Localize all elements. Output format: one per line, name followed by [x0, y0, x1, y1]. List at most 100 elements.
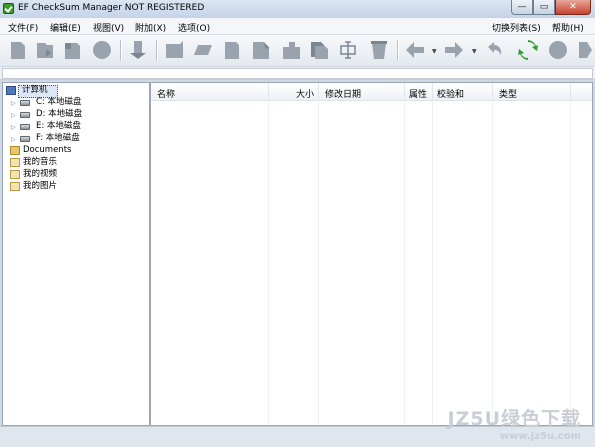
expand-arrow-icon[interactable]: ▷: [11, 136, 16, 143]
tree-item-label: Documents: [23, 145, 72, 155]
exit-icon: [579, 42, 592, 58]
drive-icon: [20, 124, 30, 130]
minimize-button[interactable]: —: [511, 0, 533, 15]
rename-button[interactable]: [338, 39, 358, 61]
close-button[interactable]: ✕: [555, 0, 591, 15]
minimize-icon: —: [517, 2, 527, 12]
column-header-checksum[interactable]: 校验和: [433, 83, 493, 100]
forward-arrow-icon: [445, 42, 463, 58]
tree-item-drive-f[interactable]: ▷ F: 本地磁盘: [11, 133, 146, 145]
column-label: 属性: [409, 90, 428, 100]
column-header-size[interactable]: 大小: [269, 83, 319, 100]
file-list[interactable]: 名称 大小 修改日期 属性 校验和 类型: [150, 82, 593, 426]
tree-item-label: 我的视频: [23, 169, 58, 179]
expand-arrow-icon[interactable]: ▷: [11, 124, 16, 131]
toolbar: ▼ ▼: [0, 35, 595, 67]
back-button[interactable]: [405, 39, 429, 61]
refresh-icon: [518, 40, 538, 60]
open-button[interactable]: [35, 39, 55, 61]
forward-dropdown-icon[interactable]: ▼: [472, 48, 477, 55]
copy-button[interactable]: [309, 39, 329, 61]
menu-options[interactable]: 选项(O): [178, 21, 210, 34]
undo-icon: [488, 42, 502, 55]
menu-switch-list[interactable]: 切换列表(S): [492, 21, 541, 34]
undo-button[interactable]: [484, 39, 504, 61]
delete-button[interactable]: [369, 39, 389, 61]
drive-icon: [20, 100, 30, 106]
tree-item-music[interactable]: 我的音乐: [10, 157, 145, 169]
list-header: 名称 大小 修改日期 属性 校验和 类型: [151, 83, 592, 101]
circle-button[interactable]: [92, 39, 112, 61]
open-icon: [37, 43, 53, 58]
menu-view[interactable]: 视图(V): [93, 21, 124, 34]
copy-icon: [311, 42, 328, 59]
picture-folder-icon: [10, 182, 20, 191]
expand-arrow-icon[interactable]: ▷: [11, 100, 16, 107]
path-field[interactable]: [2, 68, 593, 79]
tree-item-documents[interactable]: Documents: [10, 145, 145, 157]
column-divider: [492, 100, 493, 425]
column-divider: [318, 100, 319, 425]
circle-icon: [93, 41, 111, 59]
column-header-name[interactable]: 名称: [151, 83, 269, 100]
create-button[interactable]: [164, 39, 184, 61]
new-checksum-icon: [11, 42, 25, 59]
maximize-button[interactable]: ▭: [533, 0, 555, 15]
delete-icon: [371, 41, 387, 59]
refresh-button[interactable]: [518, 39, 538, 61]
exit-button[interactable]: [575, 39, 592, 61]
puzzle-button[interactable]: [281, 39, 301, 61]
tree-item-drive-c[interactable]: ▷ C: 本地磁盘: [11, 97, 146, 109]
tree-item-computer[interactable]: 计算机: [6, 85, 146, 98]
tree-item-label: F: 本地磁盘: [36, 133, 80, 143]
column-label: 类型: [499, 90, 518, 100]
edit-button[interactable]: [251, 39, 271, 61]
path-bar: [0, 67, 595, 80]
puzzle-icon: [283, 42, 300, 59]
watermark: JZ5U绿色下载 www.jz5u.com: [448, 404, 582, 442]
column-header-type[interactable]: 类型: [493, 83, 571, 100]
expand-arrow-icon[interactable]: ▷: [11, 112, 16, 119]
back-dropdown-icon[interactable]: ▼: [432, 48, 437, 55]
column-divider: [570, 100, 571, 425]
back-arrow-icon: [406, 42, 424, 58]
title-bar[interactable]: EF CheckSum Manager NOT REGISTERED — ▭ ✕: [0, 0, 595, 18]
parallelogram-button[interactable]: [193, 39, 213, 61]
tree-item-pictures[interactable]: 我的图片: [10, 181, 145, 193]
tree-item-drive-d[interactable]: ▷ D: 本地磁盘: [11, 109, 146, 121]
drive-icon: [20, 136, 30, 142]
tree-item-label: E: 本地磁盘: [36, 121, 81, 131]
verify-icon: [225, 42, 239, 59]
column-label: 校验和: [437, 90, 465, 100]
refresh-file-button[interactable]: [62, 39, 82, 61]
drive-icon: [20, 112, 30, 118]
import-button[interactable]: [128, 39, 148, 61]
new-checksum-button[interactable]: [8, 39, 28, 61]
column-label: 名称: [157, 90, 176, 100]
column-divider: [268, 100, 269, 425]
menu-file[interactable]: 文件(F): [8, 21, 38, 34]
column-header-attributes[interactable]: 属性: [405, 83, 433, 100]
column-header-modified[interactable]: 修改日期: [319, 83, 405, 100]
tree-item-label: 我的音乐: [23, 157, 58, 167]
watermark-title: JZ5U绿色下载: [447, 408, 581, 430]
column-divider: [404, 100, 405, 425]
rename-icon: [340, 41, 356, 59]
import-icon: [130, 41, 146, 59]
folder-tree[interactable]: 计算机 ▷ C: 本地磁盘 ▷ D: 本地磁盘 ▷ E: 本地磁盘 ▷ F: 本…: [2, 82, 150, 426]
menu-help[interactable]: 帮助(H): [552, 21, 584, 34]
window-title: EF CheckSum Manager NOT REGISTERED: [18, 3, 205, 13]
column-divider: [432, 100, 433, 425]
forward-button[interactable]: [444, 39, 468, 61]
watermark-url: www.jz5u.com: [499, 431, 581, 442]
column-label: 修改日期: [325, 90, 362, 100]
stop-button[interactable]: [548, 39, 568, 61]
column-label: 大小: [295, 90, 314, 100]
music-folder-icon: [10, 158, 20, 167]
tree-item-drive-e[interactable]: ▷ E: 本地磁盘: [11, 121, 146, 133]
verify-button[interactable]: [222, 39, 242, 61]
tree-item-label: D: 本地磁盘: [36, 109, 83, 119]
menu-edit[interactable]: 编辑(E): [50, 21, 81, 34]
menu-extra[interactable]: 附加(X): [135, 21, 166, 34]
tree-item-videos[interactable]: 我的视频: [10, 169, 145, 181]
